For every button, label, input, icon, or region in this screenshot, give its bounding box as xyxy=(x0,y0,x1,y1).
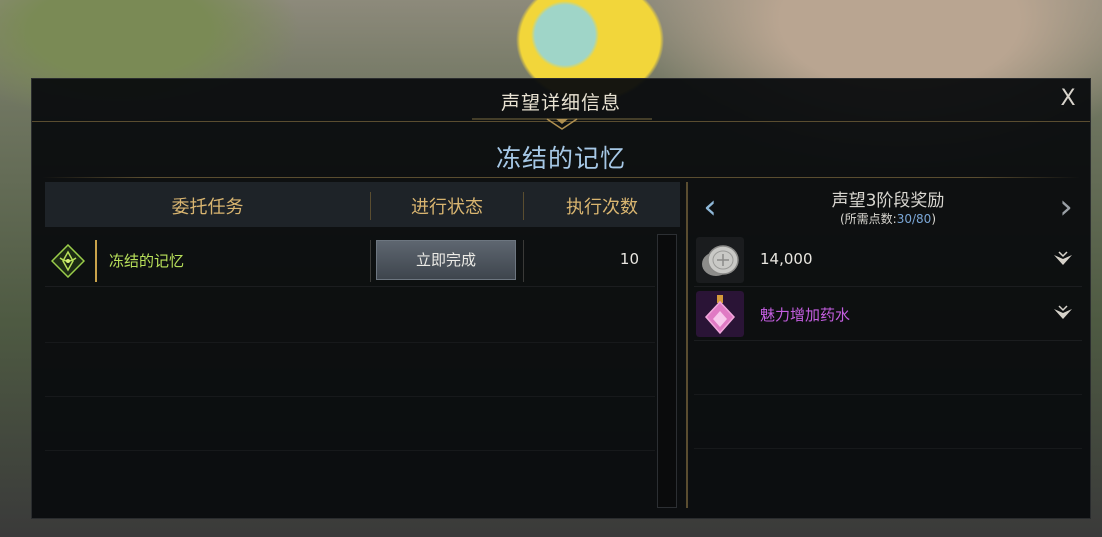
reputation-name: 冻结的记忆 xyxy=(495,144,626,173)
points-value: 30/80 xyxy=(896,212,932,226)
header-status: 进行状态 xyxy=(411,197,483,218)
quest-table-header: 委托任务 进行状态 执行次数 xyxy=(45,182,680,227)
reward-header: ‹ 声望3阶段奖励 (所需点数:30/80) › xyxy=(694,182,1082,234)
potion-icon xyxy=(696,291,744,337)
quest-emblem-icon xyxy=(51,244,85,278)
dialog-titlebar: 声望详细信息 X xyxy=(32,79,1090,130)
reward-panel: ‹ 声望3阶段奖励 (所需点数:30/80) › 14,000 魅力增加药水 xyxy=(694,182,1082,508)
required-points: (所需点数:30/80) xyxy=(694,210,1082,227)
expand-diamond-icon[interactable] xyxy=(1052,249,1074,269)
points-suffix: ) xyxy=(931,212,936,226)
row-divider xyxy=(45,450,655,451)
title-ornament-icon xyxy=(472,118,652,130)
reward-empty-row xyxy=(694,342,1082,395)
reward-item[interactable]: 14,000 xyxy=(694,234,1082,287)
silver-coin-icon xyxy=(696,237,744,283)
chevron-right-icon[interactable]: › xyxy=(1054,190,1078,226)
reputation-detail-dialog: 声望详细信息 X 冻结的记忆 委托任务 进行状态 执行次数 冻结的记忆 立即完成… xyxy=(31,78,1091,519)
header-divider xyxy=(42,177,1080,178)
quest-scrollbar[interactable] xyxy=(657,234,677,508)
row-separator xyxy=(523,240,524,282)
reward-label: 14,000 xyxy=(760,250,813,268)
row-separator xyxy=(370,240,371,282)
points-prefix: (所需点数: xyxy=(839,212,897,226)
reward-label: 魅力增加药水 xyxy=(760,306,851,324)
header-task: 委托任务 xyxy=(171,197,244,218)
reward-item[interactable]: 魅力增加药水 xyxy=(694,288,1082,341)
reward-stage-title: 声望3阶段奖励 xyxy=(831,191,945,211)
quest-panel: 委托任务 进行状态 执行次数 冻结的记忆 立即完成 10 xyxy=(45,182,680,508)
quest-count: 10 xyxy=(619,250,639,268)
dialog-title: 声望详细信息 xyxy=(500,92,621,114)
expand-diamond-icon[interactable] xyxy=(1052,303,1074,323)
close-button[interactable]: X xyxy=(1056,87,1080,111)
quest-row[interactable]: 冻结的记忆 立即完成 10 xyxy=(45,234,655,287)
header-count: 执行次数 xyxy=(566,197,638,218)
reward-empty-row xyxy=(694,396,1082,449)
panel-separator xyxy=(686,182,688,508)
background-character xyxy=(520,0,610,80)
quest-name: 冻结的记忆 xyxy=(109,252,185,270)
row-divider xyxy=(45,396,655,397)
row-accent-bar xyxy=(95,240,97,282)
complete-now-button[interactable]: 立即完成 xyxy=(376,240,516,280)
row-divider xyxy=(45,342,655,343)
